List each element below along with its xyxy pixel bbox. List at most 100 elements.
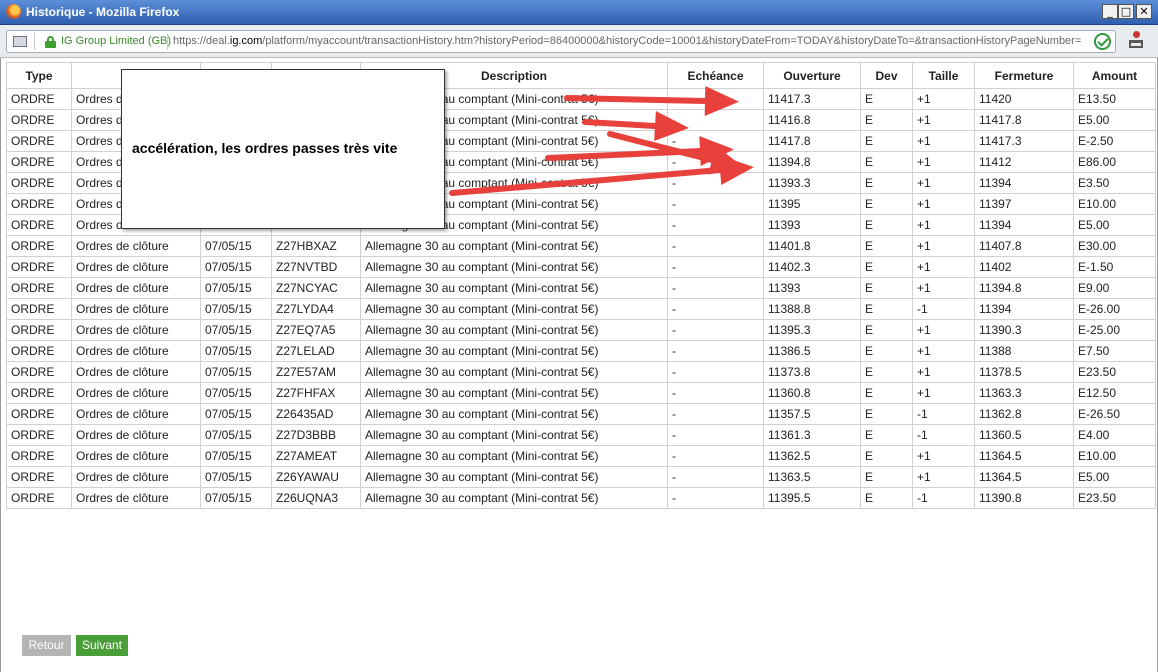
table-cell: 11393.3: [763, 172, 861, 194]
lock-icon[interactable]: [45, 36, 56, 48]
table-cell: ORDRE: [6, 319, 72, 341]
table-cell: ORDRE: [6, 466, 72, 488]
url-domain: ig.com: [229, 35, 263, 47]
site-icon[interactable]: [13, 36, 27, 47]
table-cell: -: [667, 235, 764, 257]
table-cell: E: [860, 235, 913, 257]
addon-icon[interactable]: [1128, 31, 1144, 49]
table-cell: +1: [912, 340, 975, 362]
table-cell: Z27LYDA4: [271, 298, 361, 320]
table-cell: 11393: [763, 214, 861, 236]
table-cell: +1: [912, 109, 975, 131]
table-cell: 11388.8: [763, 298, 861, 320]
table-cell: 11417.3: [763, 88, 861, 110]
table-row[interactable]: ORDRE Ordres de clôture 07/05/15 Z26435AD Al…: [6, 403, 1156, 425]
table-cell: E10.00: [1073, 445, 1156, 467]
column-header[interactable]: Ouverture: [763, 62, 861, 89]
table-cell: Ordres de clôture: [71, 466, 201, 488]
table-cell: Z26435AD: [271, 403, 361, 425]
table-cell: +1: [912, 277, 975, 299]
maximize-button[interactable]: □: [1118, 4, 1134, 19]
table-cell: Allemagne 30 au comptant (Mini-contrat 5…: [360, 319, 668, 341]
column-header[interactable]: Amount: [1073, 62, 1156, 89]
table-cell: ORDRE: [6, 424, 72, 446]
table-cell: -: [667, 109, 764, 131]
table-cell: ORDRE: [6, 277, 72, 299]
table-cell: Allemagne 30 au comptant (Mini-contrat 5…: [360, 424, 668, 446]
firefox-icon: [6, 4, 21, 19]
table-cell: E: [860, 130, 913, 152]
table-row[interactable]: ORDRE Ordres de clôture 07/05/15 Z27NVTBD Al…: [6, 256, 1156, 278]
table-cell: Ordres de clôture: [71, 445, 201, 467]
window-titlebar[interactable]: Historique - Mozilla Firefox _ □ ✕: [0, 0, 1158, 25]
table-cell: Allemagne 30 au comptant (Mini-contrat 5…: [360, 298, 668, 320]
table-row[interactable]: ORDRE Ordres de clôture 07/05/15 Z27LYDA4 Al…: [6, 298, 1156, 320]
back-button[interactable]: Retour: [22, 635, 71, 656]
table-cell: Z27FHFAX: [271, 382, 361, 404]
table-cell: 11417.8: [974, 109, 1074, 131]
table-row[interactable]: ORDRE Ordres de clôture 07/05/15 Z26UQNA3 Al…: [6, 487, 1156, 509]
table-cell: ORDRE: [6, 151, 72, 173]
table-cell: E: [860, 172, 913, 194]
table-cell: Allemagne 30 au comptant (Mini-contrat 5…: [360, 256, 668, 278]
table-cell: -: [667, 487, 764, 509]
table-cell: E9.00: [1073, 277, 1156, 299]
table-cell: ORDRE: [6, 487, 72, 509]
table-cell: Ordres de clôture: [71, 487, 201, 509]
column-header[interactable]: Fermeture: [974, 62, 1074, 89]
column-header[interactable]: Dev: [860, 62, 913, 89]
table-cell: Ordres de clôture: [71, 235, 201, 257]
table-cell: Z27HBXAZ: [271, 235, 361, 257]
table-cell: Ordres de clôture: [71, 361, 201, 383]
column-header[interactable]: Echéance: [667, 62, 764, 89]
table-row[interactable]: ORDRE Ordres de clôture 07/05/15 Z27AMEAT Al…: [6, 445, 1156, 467]
table-cell: ORDRE: [6, 298, 72, 320]
table-cell: Z27NVTBD: [271, 256, 361, 278]
table-row[interactable]: ORDRE Ordres de clôture 07/05/15 Z27LELAD Al…: [6, 340, 1156, 362]
column-header[interactable]: Type: [6, 62, 72, 89]
minimize-button[interactable]: _: [1102, 4, 1118, 19]
table-row[interactable]: ORDRE Ordres de clôture 07/05/15 Z27EQ7A5 Al…: [6, 319, 1156, 341]
table-cell: 11416.8: [763, 109, 861, 131]
table-cell: ORDRE: [6, 193, 72, 215]
table-cell: E: [860, 214, 913, 236]
table-cell: Z27LELAD: [271, 340, 361, 362]
next-button[interactable]: Suivant: [76, 635, 128, 656]
close-button[interactable]: ✕: [1136, 4, 1152, 19]
table-cell: E86.00: [1073, 151, 1156, 173]
table-cell: E: [860, 445, 913, 467]
table-cell: 11407.8: [974, 235, 1074, 257]
table-cell: 11386.5: [763, 340, 861, 362]
table-row[interactable]: ORDRE Ordres de clôture 07/05/15 Z27E57AM Al…: [6, 361, 1156, 383]
table-cell: Z27AMEAT: [271, 445, 361, 467]
table-row[interactable]: ORDRE Ordres de clôture 07/05/15 Z27FHFAX Al…: [6, 382, 1156, 404]
table-cell: 07/05/15: [200, 403, 272, 425]
column-header[interactable]: Taille: [912, 62, 975, 89]
annotation-text: accélération, les ordres passes très vit…: [132, 140, 398, 156]
table-cell: Ordres de clôture: [71, 340, 201, 362]
table-row[interactable]: ORDRE Ordres de clôture 07/05/15 Z27NCYAC Al…: [6, 277, 1156, 299]
table-cell: E: [860, 298, 913, 320]
url-input[interactable]: https://deal.ig.com/platform/myaccount/t…: [173, 35, 1093, 47]
table-cell: ORDRE: [6, 361, 72, 383]
site-identity[interactable]: IG Group Limited (GB): [61, 35, 171, 47]
table-row[interactable]: ORDRE Ordres de clôture 07/05/15 Z26YAWAU Al…: [6, 466, 1156, 488]
table-cell: 11395.3: [763, 319, 861, 341]
table-cell: +1: [912, 256, 975, 278]
table-cell: 11364.5: [974, 445, 1074, 467]
table-cell: 11388: [974, 340, 1074, 362]
table-cell: ORDRE: [6, 445, 72, 467]
table-cell: +1: [912, 319, 975, 341]
table-row[interactable]: ORDRE Ordres de clôture 07/05/15 Z27HBXAZ Al…: [6, 235, 1156, 257]
table-cell: -: [667, 277, 764, 299]
go-icon[interactable]: [1094, 33, 1111, 50]
table-cell: E5.00: [1073, 214, 1156, 236]
table-cell: E13.50: [1073, 88, 1156, 110]
table-cell: Allemagne 30 au comptant (Mini-contrat 5…: [360, 445, 668, 467]
table-cell: 07/05/15: [200, 340, 272, 362]
table-cell: -1: [912, 487, 975, 509]
url-bar[interactable]: IG Group Limited (GB) https://deal.ig.co…: [6, 30, 1116, 53]
table-cell: +1: [912, 88, 975, 110]
table-cell: ORDRE: [6, 235, 72, 257]
table-row[interactable]: ORDRE Ordres de clôture 07/05/15 Z27D3BBB Al…: [6, 424, 1156, 446]
